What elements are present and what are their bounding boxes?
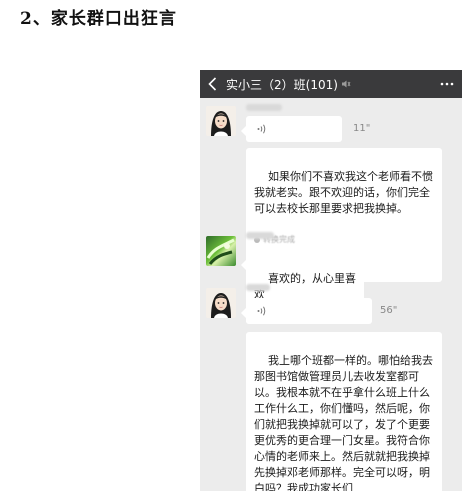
voice-message[interactable] <box>241 298 372 324</box>
speaker-icon <box>341 79 351 89</box>
chat-titlebar: 实小三（2）班(101) <box>200 70 462 98</box>
voice-duration: 56" <box>380 305 398 316</box>
sender-name <box>246 284 270 291</box>
more-dots-icon[interactable] <box>436 70 454 98</box>
voice-message[interactable] <box>241 116 342 142</box>
voice-duration: 11" <box>353 123 371 134</box>
voice-wave-icon <box>256 123 268 135</box>
avatar[interactable] <box>206 106 236 136</box>
chevron-left-icon[interactable] <box>208 70 222 98</box>
transcript-text: 我上哪个班都一样的。哪怕给我去那图书馆做管理员儿去收发室都可以。我根本就不在乎拿… <box>254 354 433 491</box>
convert-note: 转换完成 <box>254 235 434 245</box>
avatar[interactable] <box>206 288 236 318</box>
avatar[interactable] <box>206 236 236 266</box>
voice-transcript[interactable]: 我上哪个班都一样的。哪怕给我去那图书馆做管理员儿去收发室都可以。我根本就不在乎拿… <box>246 332 442 491</box>
chat-screenshot: 实小三（2）班(101) 11" 如果你们不喜欢我这个老师看不惯我就老实。跟不欢… <box>200 70 462 491</box>
chat-title: 实小三（2）班(101) <box>226 77 338 92</box>
page-heading: 2、家长群口出狂言 <box>20 9 177 29</box>
voice-wave-icon <box>256 305 268 317</box>
sender-name <box>246 232 274 239</box>
sender-name <box>246 104 282 111</box>
transcript-text: 如果你们不喜欢我这个老师看不惯我就老实。跟不欢迎的话，你们完全可以去校长那里要求… <box>254 170 433 215</box>
